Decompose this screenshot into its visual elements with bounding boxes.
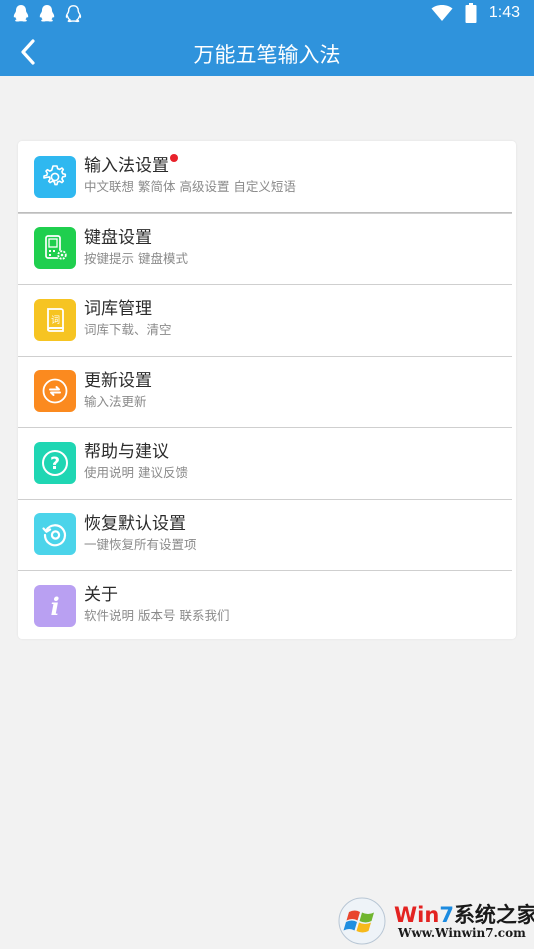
menu-item-subtitle: 软件说明 版本号 联系我们 [84, 608, 230, 623]
watermark-brand: Win7系统之家 [394, 903, 534, 927]
menu-item-title: 更新设置 [84, 370, 152, 391]
watermark: Win7系统之家 Www.Winwin7.com [336, 895, 534, 949]
menu-item-title: 关于 [84, 585, 118, 605]
menu-item-restore-defaults[interactable]: 恢复默认设置 一键恢复所有设置项 [18, 498, 516, 571]
svg-text:?: ? [50, 454, 60, 474]
menu-item-keyboard-settings[interactable]: 键盘设置 按键提示 键盘模式 [18, 212, 516, 285]
svg-text:词: 词 [51, 315, 60, 326]
menu-item-text: 更新设置 输入法更新 [84, 370, 152, 411]
status-right: 1:43 [431, 3, 520, 23]
keyboard-settings-icon [34, 227, 76, 270]
watermark-url: Www.Winwin7.com [398, 926, 526, 940]
battery-icon [465, 3, 477, 23]
wifi-icon [431, 5, 453, 21]
status-bar: 1:43 [0, 0, 534, 28]
qq-icon [13, 5, 29, 22]
settings-menu: 输入法设置 中文联想 繁简体 高级设置 自定义短语 键盘设置 按键提示 键盘模式 [18, 141, 516, 639]
menu-item-subtitle: 输入法更新 [84, 393, 147, 409]
dictionary-icon: 词 [34, 298, 76, 341]
menu-item-title: 键盘设置 [84, 227, 152, 248]
menu-item-text: 词库管理 词库下载、清空 [84, 298, 172, 339]
menu-item-text: 恢复默认设置 一键恢复所有设置项 [84, 513, 197, 554]
menu-item-subtitle: 中文联想 繁简体 高级设置 自定义短语 [84, 179, 296, 194]
qq-outline-icon [65, 5, 82, 23]
info-icon: i [34, 584, 76, 627]
windows-logo [338, 897, 386, 945]
menu-item-dictionary[interactable]: 词 词库管理 词库下载、清空 [18, 284, 516, 356]
menu-item-text: 帮助与建议 使用说明 建议反馈 [84, 441, 188, 482]
menu-item-title: 输入法设置 [84, 154, 178, 177]
menu-item-input-settings[interactable]: 输入法设置 中文联想 繁简体 高级设置 自定义短语 [18, 141, 516, 213]
menu-item-subtitle: 使用说明 建议反馈 [84, 465, 188, 480]
page-title: 万能五笔输入法 [193, 43, 341, 67]
gear-icon [34, 155, 76, 198]
svg-text:i: i [50, 592, 59, 621]
new-badge [170, 154, 178, 162]
menu-item-help[interactable]: ? 帮助与建议 使用说明 建议反馈 [18, 427, 516, 499]
menu-item-subtitle: 一键恢复所有设置项 [84, 536, 197, 552]
menu-item-title: 帮助与建议 [84, 442, 169, 462]
menu-item-subtitle: 词库下载、清空 [84, 322, 172, 337]
menu-item-title: 词库管理 [84, 299, 152, 319]
help-icon: ? [34, 441, 76, 484]
menu-item-text: 关于 软件说明 版本号 联系我们 [84, 584, 229, 625]
menu-item-text: 键盘设置 按键提示 键盘模式 [84, 227, 188, 268]
update-icon [34, 370, 76, 413]
menu-item-text: 输入法设置 中文联想 繁简体 高级设置 自定义短语 [84, 154, 296, 196]
menu-item-about[interactable]: i 关于 软件说明 版本号 联系我们 [18, 570, 516, 642]
menu-item-update-settings[interactable]: 更新设置 输入法更新 [18, 355, 516, 428]
menu-item-title: 恢复默认设置 [84, 513, 186, 534]
notification-icons [12, 4, 82, 24]
restore-icon [34, 513, 76, 556]
menu-item-subtitle: 按键提示 键盘模式 [84, 250, 188, 266]
qq-icon [39, 5, 55, 22]
app-bar: 万能五笔输入法 [0, 28, 534, 76]
clock: 1:43 [488, 4, 520, 21]
